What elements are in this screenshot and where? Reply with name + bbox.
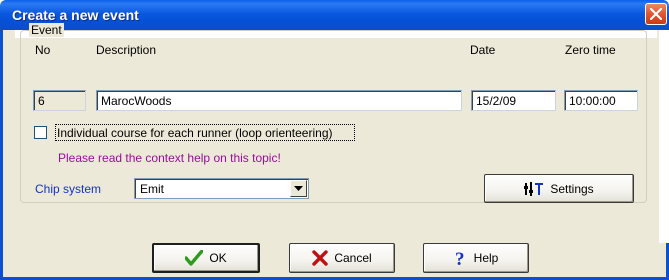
close-icon — [650, 8, 662, 20]
individual-course-label[interactable]: Individual course for each runner (loop … — [57, 126, 333, 140]
chevron-down-icon — [294, 185, 303, 191]
question-mark-icon: ? — [454, 249, 468, 267]
settings-button[interactable]: Settings — [484, 174, 634, 203]
create-event-dialog: Create a new event Event No Description … — [0, 0, 669, 280]
settings-icon — [524, 181, 544, 197]
chip-system-label: Chip system — [35, 182, 102, 196]
context-help-hint: Please read the context help on this top… — [58, 151, 281, 165]
help-button-label: Help — [473, 251, 499, 265]
help-button[interactable]: ? Help — [423, 243, 529, 273]
ok-button[interactable]: OK — [152, 243, 260, 273]
checkmark-icon — [185, 250, 204, 266]
chip-system-value: Emit — [140, 182, 164, 196]
settings-button-label: Settings — [550, 181, 594, 196]
ok-button-label: OK — [209, 251, 227, 265]
date-label: Date — [470, 43, 496, 57]
dropdown-arrow-button[interactable] — [290, 180, 307, 197]
description-input[interactable]: MarocWoods — [96, 90, 462, 111]
title-bar[interactable]: Create a new event — [0, 0, 669, 30]
individual-course-checkbox[interactable] — [34, 126, 47, 139]
svg-text:?: ? — [455, 249, 465, 267]
cancel-button[interactable]: Cancel — [289, 243, 395, 273]
date-input[interactable]: 15/2/09 — [471, 90, 556, 111]
zero-time-label: Zero time — [565, 43, 616, 57]
x-icon — [312, 250, 329, 266]
close-button[interactable] — [645, 3, 667, 25]
chip-system-select[interactable]: Emit — [134, 178, 309, 199]
zero-time-input[interactable]: 10:00:00 — [564, 90, 638, 111]
event-group-legend: Event — [29, 23, 64, 37]
no-label: No — [35, 43, 51, 57]
right-strip — [659, 30, 669, 243]
cancel-button-label: Cancel — [334, 251, 372, 265]
description-label: Description — [96, 43, 157, 57]
event-number-field: 6 — [33, 90, 86, 111]
dialog-title: Create a new event — [12, 7, 139, 23]
